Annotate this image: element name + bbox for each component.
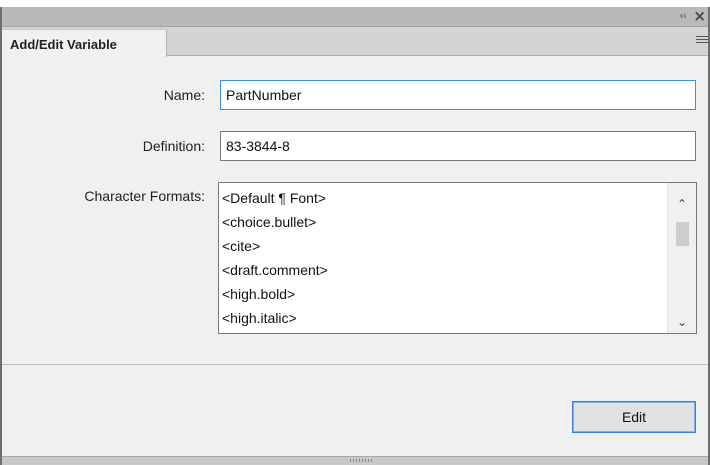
chevron-down-icon[interactable]: ⌄ [668, 315, 696, 329]
list-item[interactable]: <choice.bullet> [222, 210, 696, 234]
list-item[interactable]: <high.bold> [222, 282, 696, 306]
list-item[interactable]: <draft.comment> [222, 258, 696, 282]
definition-label: Definition: [142, 138, 205, 154]
character-formats-label: Character Formats: [84, 188, 205, 204]
add-edit-variable-panel: ‹‹ × Add/Edit Variable Name: PartNumber … [0, 7, 710, 465]
section-divider [2, 364, 708, 365]
definition-field[interactable]: 83-3844-8 [220, 131, 696, 161]
scrollbar-thumb[interactable] [676, 222, 689, 246]
character-formats-list[interactable]: <Default ¶ Font> <choice.bullet> <cite> … [218, 182, 697, 334]
panel-menu-icon[interactable] [696, 36, 708, 46]
resize-grip-icon[interactable] [350, 459, 374, 462]
top-strip [0, 0, 710, 7]
close-icon[interactable]: × [693, 7, 706, 25]
tab-add-edit-variable[interactable]: Add/Edit Variable [2, 29, 167, 57]
resize-bar[interactable] [2, 456, 708, 465]
name-field[interactable]: PartNumber [220, 80, 696, 110]
collapse-icon[interactable]: ‹‹ [679, 9, 687, 22]
tab-bar: Add/Edit Variable [2, 27, 708, 57]
list-item[interactable]: <cite> [222, 234, 696, 258]
edit-button[interactable]: Edit [572, 401, 696, 433]
chevron-up-icon[interactable]: ⌃ [668, 197, 696, 211]
list-item[interactable]: <Default ¶ Font> [222, 186, 696, 210]
list-scrollbar[interactable]: ⌃ ⌄ [667, 183, 696, 333]
panel-titlebar: ‹‹ × [2, 7, 708, 27]
list-item[interactable]: <high.italic> [222, 306, 696, 330]
name-label: Name: [163, 87, 205, 103]
